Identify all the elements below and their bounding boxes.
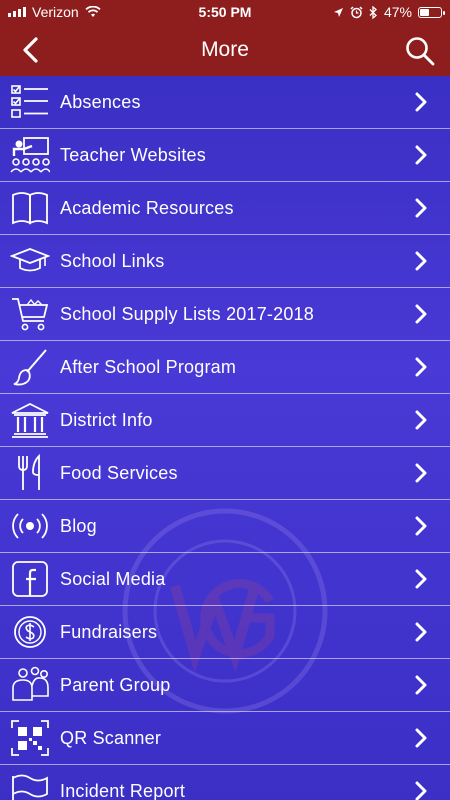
chevron-right-icon (415, 781, 427, 800)
facebook-icon (12, 561, 48, 597)
menu-item-parent-group[interactable]: Parent Group (0, 659, 450, 712)
bluetooth-icon (369, 5, 377, 19)
chevron-left-icon[interactable] (18, 36, 46, 64)
chevron-right-icon (415, 410, 427, 430)
page-title: More (201, 38, 249, 61)
menu-item-label: Teacher Websites (60, 144, 206, 165)
menu-item-label: Social Media (60, 568, 166, 589)
chevron-right-icon (415, 569, 427, 589)
menu-item-absences[interactable]: Absences (0, 76, 450, 129)
qr-code-icon (11, 720, 49, 756)
nav-bar: More (0, 24, 450, 77)
menu-item-qr-scanner[interactable]: QR Scanner (0, 712, 450, 765)
menu-item-food-services[interactable]: Food Services (0, 447, 450, 500)
menu-item-school-supply-lists-2017-2018[interactable]: School Supply Lists 2017-2018 (0, 288, 450, 341)
menu-item-label: Blog (60, 515, 97, 536)
teacher-icon (10, 137, 50, 173)
chevron-right-icon (415, 622, 427, 642)
checklist-icon (11, 85, 48, 118)
search-icon[interactable] (404, 35, 436, 67)
shopping-cart-icon (12, 298, 49, 331)
chevron-right-icon (415, 145, 427, 165)
alarm-icon (350, 5, 363, 18)
menu-item-label: Academic Resources (60, 197, 234, 218)
chevron-right-icon (415, 516, 427, 536)
graduation-cap-icon (10, 248, 50, 272)
menu-item-label: School Supply Lists 2017-2018 (60, 303, 314, 324)
people-icon (12, 666, 49, 701)
chevron-right-icon (415, 728, 427, 748)
chevron-right-icon (415, 357, 427, 377)
menu-item-blog[interactable]: Blog (0, 500, 450, 553)
chevron-right-icon (415, 92, 427, 112)
broadcast-icon (12, 513, 48, 539)
menu-item-social-media[interactable]: Social Media (0, 553, 450, 606)
menu-item-label: District Info (60, 409, 153, 430)
menu-item-label: QR Scanner (60, 727, 162, 748)
dollar-coin-icon (14, 616, 46, 648)
battery-percent: 47% (383, 4, 412, 20)
menu-list: Absences Teacher Websites Academic Resourc… (0, 76, 450, 800)
menu-item-school-links[interactable]: School Links (0, 235, 450, 288)
battery-icon (418, 6, 445, 18)
building-icon (11, 402, 49, 438)
flag-icon (12, 774, 48, 800)
menu-item-incident-report[interactable]: Incident Report (0, 765, 450, 800)
chevron-right-icon (415, 251, 427, 271)
menu-item-label: Absences (60, 91, 141, 112)
menu-item-after-school-program[interactable]: After School Program (0, 341, 450, 394)
menu-item-label: Food Services (60, 462, 178, 483)
chevron-right-icon (415, 304, 427, 324)
chevron-right-icon (415, 198, 427, 218)
menu-item-label: Fundraisers (60, 621, 158, 642)
menu-item-label: School Links (60, 250, 165, 271)
menu-item-fundraisers[interactable]: Fundraisers (0, 606, 450, 659)
chevron-right-icon (415, 463, 427, 483)
utensils-icon (18, 454, 40, 490)
menu-item-label: Incident Report (60, 780, 186, 800)
menu-item-label: Parent Group (60, 674, 171, 695)
book-icon (12, 192, 48, 225)
status-bar: Verizon 5:50 PM 47% (0, 0, 450, 24)
chevron-right-icon (415, 675, 427, 695)
location-icon (333, 7, 343, 17)
menu-item-district-info[interactable]: District Info (0, 394, 450, 447)
menu-item-academic-resources[interactable]: Academic Resources (0, 182, 450, 235)
menu-item-teacher-websites[interactable]: Teacher Websites (0, 129, 450, 182)
menu-item-label: After School Program (60, 356, 237, 377)
paintbrush-icon (13, 349, 47, 386)
